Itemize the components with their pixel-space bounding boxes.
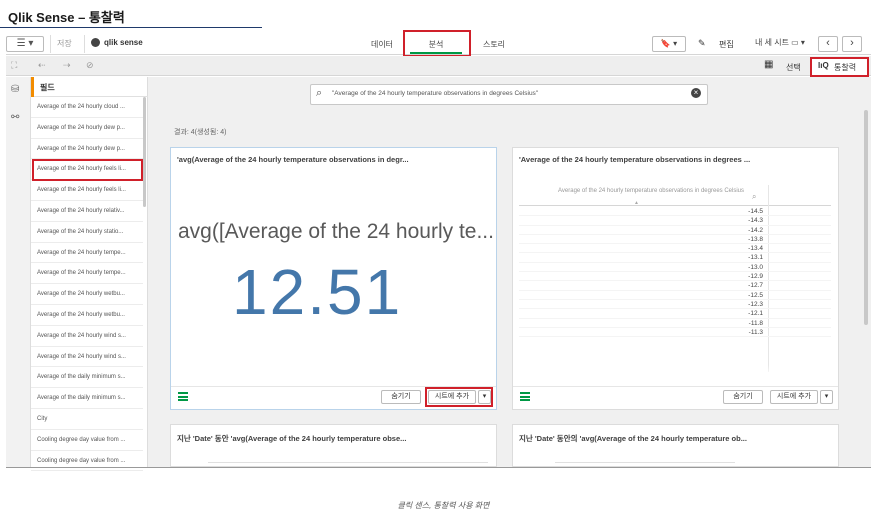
main-scrollbar[interactable]: [864, 110, 868, 325]
field-item[interactable]: Average of the 24 hourly tempe...: [31, 243, 143, 264]
field-header-accent: [31, 77, 34, 97]
previous-sheet-button[interactable]: ‹: [818, 36, 838, 52]
table-row[interactable]: -12.9: [519, 272, 831, 282]
field-item[interactable]: Average of the 24 hourly wind s...: [31, 326, 143, 347]
field-panel-title: 필드: [40, 83, 55, 92]
asset-rail: [6, 77, 31, 467]
field-item[interactable]: Average of the 24 hourly dew p...: [31, 139, 143, 160]
field-item[interactable]: Average of the 24 hourly wetbu...: [31, 284, 143, 305]
insight-icon[interactable]: lıQ: [818, 61, 829, 70]
chart-gridline: [555, 462, 735, 463]
table-row[interactable]: -11.3: [519, 328, 831, 338]
toolbar-divider: [50, 35, 51, 53]
table-column-header[interactable]: Average of the 24 hourly temperature obs…: [540, 187, 744, 195]
figure-caption: 클릭 센스, 통찰력 사용 화면: [397, 501, 490, 510]
field-item[interactable]: Average of the 24 hourly dew p...: [31, 118, 143, 139]
field-item[interactable]: Average of the daily minimum s...: [31, 388, 143, 409]
hide-button[interactable]: 숨기기: [723, 390, 763, 404]
step-forward-icon[interactable]: ⇢: [63, 60, 71, 71]
active-tab-underline: [410, 52, 462, 54]
edit-icon[interactable]: ✎: [698, 38, 706, 49]
field-item[interactable]: Average of the 24 hourly feels li...: [31, 180, 143, 201]
field-item[interactable]: Average of the daily minimum s...: [31, 367, 143, 389]
field-item[interactable]: Average of the 24 hourly tempe...: [31, 263, 143, 285]
table-row[interactable]: -11.8: [519, 319, 831, 328]
search-icon: ⌕: [316, 87, 323, 99]
sheet-menu-button[interactable]: 내 세 시트 ▭ ▾: [747, 36, 813, 52]
tab-data[interactable]: 데이터: [364, 39, 400, 50]
save-button[interactable]: 저장: [57, 38, 72, 49]
field-item[interactable]: Cooling degree day value from ...: [31, 430, 143, 451]
clear-search-icon[interactable]: ×: [691, 88, 701, 98]
table-header-divider: [519, 205, 831, 206]
card-footer-divider: [513, 386, 838, 387]
field-item[interactable]: Average of the 24 hourly statio...: [31, 222, 143, 243]
table-fade: [519, 365, 831, 377]
app-name: qlik sense: [104, 38, 143, 47]
kpi-value: 12.51: [232, 256, 403, 328]
table-row[interactable]: -13.8: [519, 235, 831, 245]
table-row[interactable]: -14.3: [519, 216, 831, 226]
selections-label[interactable]: 선택: [786, 62, 801, 73]
title-underline: [0, 27, 262, 28]
table-row[interactable]: -13.0: [519, 263, 831, 273]
table-row[interactable]: -12.7: [519, 281, 831, 291]
selection-toolbar: [6, 56, 871, 76]
search-query[interactable]: "Average of the 24 hourly temperature ob…: [332, 90, 538, 97]
document-title: Qlik Sense – 통찰력: [8, 10, 125, 25]
app-icon: [91, 38, 100, 47]
field-scrollbar[interactable]: [143, 97, 146, 207]
table-row[interactable]: -12.5: [519, 291, 831, 300]
field-item[interactable]: Average of the 24 hourly cloud ...: [31, 97, 143, 118]
kpi-measure-label: avg([Average of the 24 hourly te...: [178, 220, 494, 243]
table-row[interactable]: -13.4: [519, 244, 831, 254]
global-menu-button[interactable]: ☰ ▾: [6, 36, 44, 52]
add-to-sheet-highlight: [425, 387, 493, 407]
field-item[interactable]: City: [31, 409, 143, 430]
add-to-sheet-dropdown[interactable]: ▾: [820, 390, 833, 404]
add-to-sheet-button[interactable]: 시트에 추가: [770, 390, 818, 404]
step-back-icon[interactable]: ⇠: [38, 60, 46, 71]
table-body: -14.5 -14.3 -14.2 -13.8 -13.4 -13.1 -13.…: [519, 207, 831, 338]
chart-gridline: [208, 462, 488, 463]
field-list: Average of the 24 hourly cloud ... Avera…: [31, 97, 143, 472]
selections-icon[interactable]: ▦: [764, 59, 773, 70]
smart-search-icon[interactable]: ⛶: [11, 60, 17, 71]
link-icon[interactable]: ⚯: [11, 112, 19, 123]
line-card-title: 지난 'Date' 동안의 'avg(Average of the 24 hou…: [519, 434, 747, 443]
bookmark-button[interactable]: 🔖 ▾: [652, 36, 686, 52]
field-item[interactable]: Average of the 24 hourly wind s...: [31, 347, 143, 368]
table-row[interactable]: -14.5: [519, 207, 831, 217]
kpi-card-title: 'avg(Average of the 24 hourly temperatur…: [177, 155, 409, 164]
field-item[interactable]: Cooling degree day value from ...: [31, 451, 143, 472]
hide-button[interactable]: 숨기기: [381, 390, 421, 404]
field-item[interactable]: Average of the 24 hourly wetbu...: [31, 305, 143, 326]
database-icon[interactable]: ⛁: [11, 84, 19, 95]
line-card-title: 지난 'Date' 동안 'avg(Average of the 24 hour…: [177, 434, 407, 443]
tab-story[interactable]: 스토리: [476, 39, 512, 50]
toolbar-divider: [84, 35, 85, 53]
field-item[interactable]: Average of the 24 hourly relativ...: [31, 201, 143, 222]
table-row[interactable]: -13.1: [519, 253, 831, 263]
chart-type-icon: [178, 392, 188, 401]
table-row[interactable]: -12.1: [519, 309, 831, 319]
table-card-title: 'Average of the 24 hourly temperature ob…: [519, 155, 751, 164]
line-chart-insight-card[interactable]: [512, 424, 839, 467]
next-sheet-button[interactable]: ›: [842, 36, 862, 52]
chart-type-icon: [520, 392, 530, 401]
edit-label[interactable]: 편집: [719, 39, 734, 50]
clear-selections-icon[interactable]: ⊘: [86, 60, 94, 71]
insight-button[interactable]: 통찰력: [834, 62, 856, 73]
screenshot-border: [6, 467, 871, 468]
table-row[interactable]: -12.3: [519, 300, 831, 310]
line-chart-insight-card[interactable]: [170, 424, 497, 467]
table-row[interactable]: -14.2: [519, 226, 831, 235]
column-search-icon[interactable]: ⌕: [752, 192, 756, 202]
selected-field-highlight: [32, 159, 143, 181]
result-count: 결과: 4(생성됨: 4): [174, 129, 227, 136]
